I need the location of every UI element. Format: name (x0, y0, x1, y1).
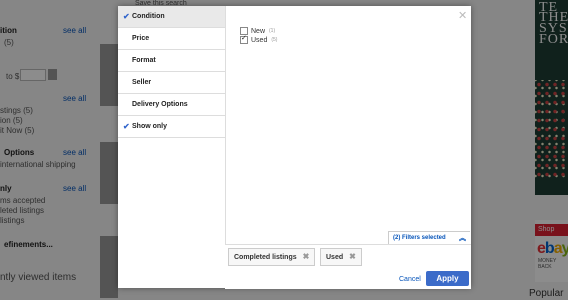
apply-button[interactable]: Apply (426, 271, 469, 286)
filter-category-delivery-options[interactable]: Delivery Options (118, 94, 225, 116)
chip-label: Completed listings (234, 254, 297, 261)
checkmark-icon: ✔ (123, 12, 130, 21)
condition-option-used[interactable]: Used (5) (240, 34, 278, 45)
filter-category-price[interactable]: Price (118, 28, 225, 50)
filter-category-format[interactable]: Format (118, 50, 225, 72)
filters-selected-toggle[interactable]: (2) Filters selected ︽ (388, 231, 470, 244)
remove-icon[interactable]: ✖ (303, 252, 310, 261)
filter-category-label: Seller (132, 79, 152, 86)
option-count: (5) (271, 37, 278, 43)
filter-category-show-only[interactable]: ✔ Show only (118, 116, 225, 138)
filters-selected-label: (2) Filters selected (393, 235, 446, 241)
filter-category-seller[interactable]: Seller (118, 72, 225, 94)
filter-category-label: Condition (132, 13, 165, 20)
option-label: New (251, 27, 266, 35)
cancel-button[interactable]: Cancel (399, 276, 421, 283)
remove-icon[interactable]: ✖ (349, 252, 356, 261)
filter-category-label: Format (132, 57, 156, 64)
option-count: (1) (269, 28, 276, 34)
filter-category-condition[interactable]: ✔ Condition (118, 6, 225, 28)
filter-modal: ✔ Condition Price Format Seller Delivery… (118, 6, 471, 289)
checkbox[interactable] (240, 34, 248, 44)
checkmark-icon: ✔ (123, 122, 130, 131)
modal-footer: Completed listings ✖ Used ✖ Cancel Apply (225, 244, 471, 289)
selected-filter-chip: Used ✖ (320, 248, 362, 266)
filter-category-label: Show only (132, 123, 167, 130)
filter-category-list: ✔ Condition Price Format Seller Delivery… (118, 6, 226, 288)
close-icon[interactable]: ✕ (458, 9, 467, 22)
filter-category-label: Delivery Options (132, 101, 188, 108)
option-label: Used (251, 36, 268, 44)
filter-category-label: Price (132, 35, 150, 42)
selected-filter-chip: Completed listings ✖ (228, 248, 316, 266)
chip-label: Used (326, 254, 344, 261)
